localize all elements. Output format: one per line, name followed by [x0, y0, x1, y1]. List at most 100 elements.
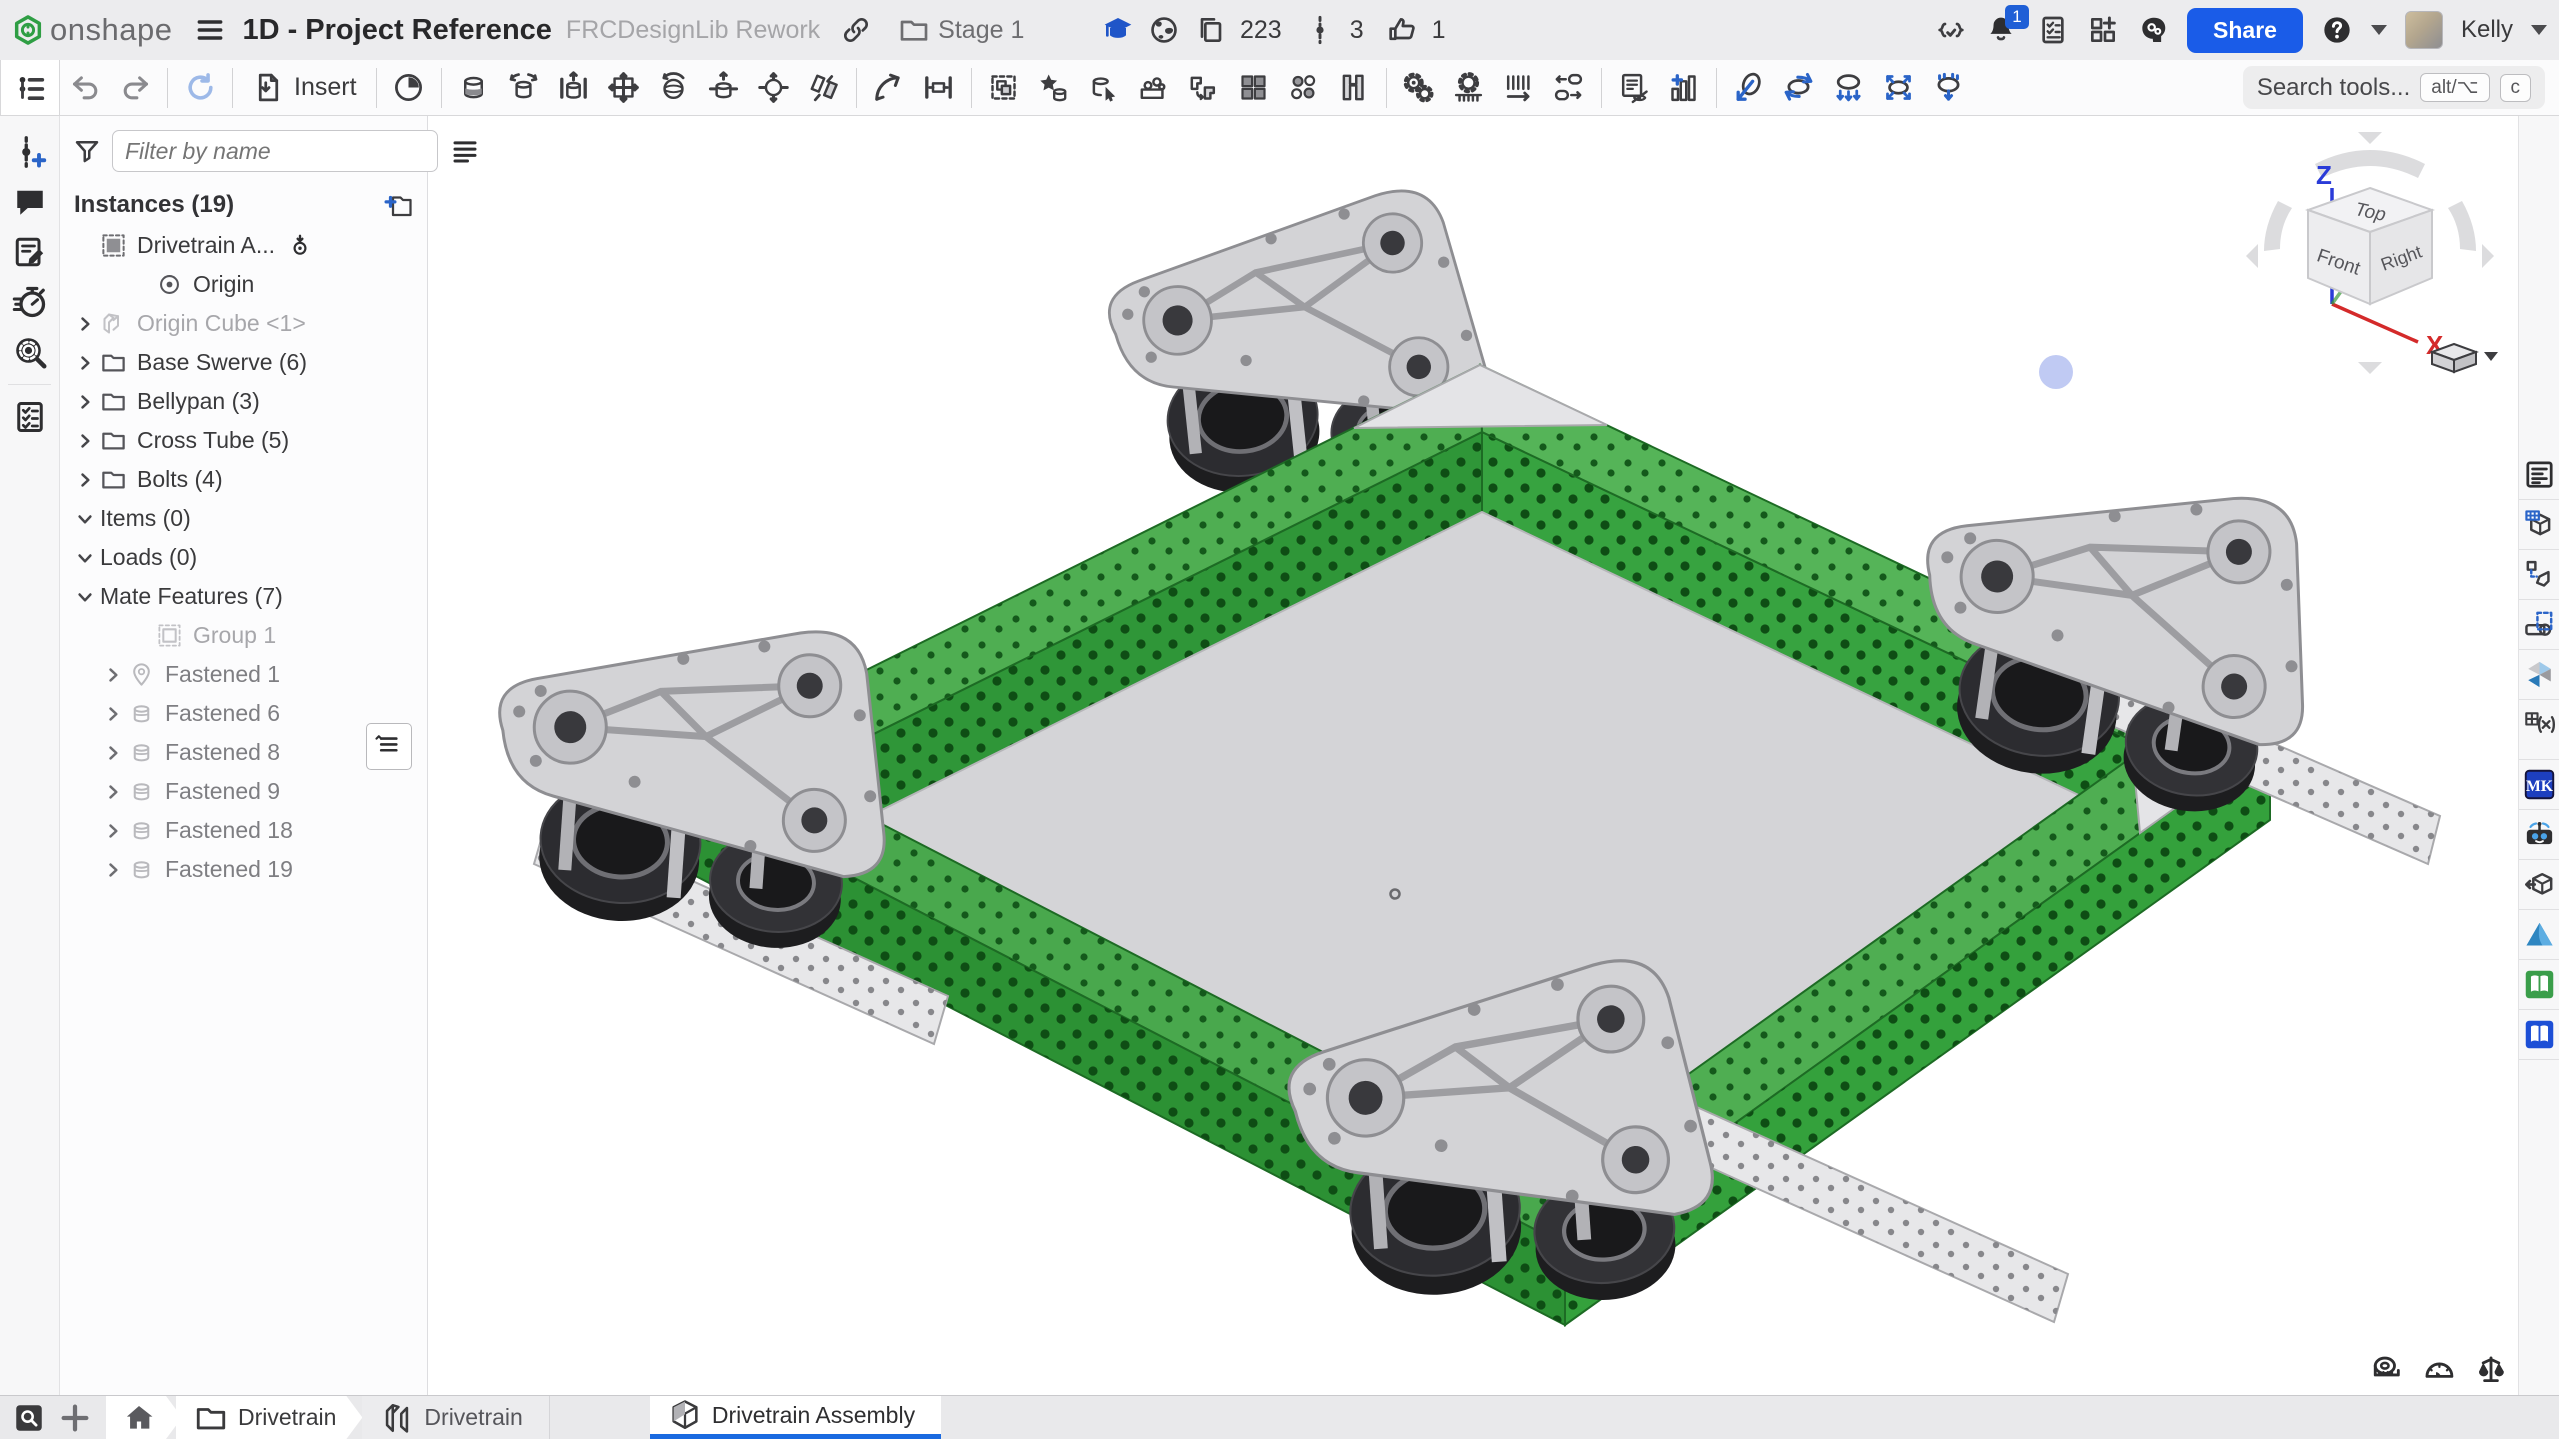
active-tab-drivetrain-assembly[interactable]: Drivetrain Assembly — [650, 1396, 941, 1439]
insert-tool-button[interactable]: Insert — [240, 64, 369, 112]
expand-chevron-icon[interactable] — [98, 857, 128, 883]
tree-row[interactable]: Bolts (4) — [60, 460, 427, 499]
bom-table-icon[interactable] — [2523, 508, 2556, 541]
tree-row[interactable]: Cross Tube (5) — [60, 421, 427, 460]
expand-chevron-icon[interactable] — [98, 662, 128, 688]
home-tab[interactable] — [106, 1396, 182, 1439]
hiddenlist-tool-button[interactable] — [1609, 64, 1659, 112]
collapse-tool-button[interactable] — [1874, 64, 1924, 112]
tree-row[interactable]: Origin Cube <1> — [60, 304, 427, 343]
snapshot-tool-button[interactable] — [1924, 64, 1974, 112]
tree-row[interactable]: Origin — [60, 265, 427, 304]
tape-measure-icon[interactable] — [2370, 1353, 2404, 1387]
document-title[interactable]: 1D - Project Reference — [242, 14, 551, 47]
help-caret-icon[interactable] — [2371, 25, 2387, 35]
expand-chevron-icon[interactable] — [70, 350, 100, 376]
main-menu-icon[interactable] — [194, 14, 226, 46]
collapse-chevron-icon[interactable] — [70, 545, 100, 571]
history-icon[interactable] — [12, 284, 48, 320]
tree-row[interactable]: Bellypan (3) — [60, 382, 427, 421]
avatar[interactable] — [2405, 11, 2443, 49]
linked-tool-button[interactable] — [1279, 64, 1329, 112]
view-options-button[interactable] — [2432, 344, 2498, 372]
app-arc-icon[interactable] — [2523, 918, 2556, 951]
tree-row[interactable]: Items (0) — [60, 499, 427, 538]
expand-chevron-icon[interactable] — [98, 779, 128, 805]
search-tabs-icon[interactable] — [12, 1401, 46, 1435]
collapse-chevron-icon[interactable] — [70, 584, 100, 610]
tree-row[interactable]: Fastened 1 — [60, 655, 427, 694]
slider-tool-button[interactable] — [549, 64, 599, 112]
filter-input[interactable] — [112, 130, 438, 172]
protractor-icon[interactable] — [2422, 1353, 2456, 1387]
sheet-tool-button[interactable] — [1329, 64, 1379, 112]
tree-row[interactable]: Mate Features (7) — [60, 577, 427, 616]
revolute-tool-button[interactable] — [499, 64, 549, 112]
view-cube[interactable]: Z X Y Top Front Right — [2240, 126, 2500, 376]
app-docs-green-icon[interactable] — [2523, 968, 2556, 1001]
expand-chevron-icon[interactable] — [98, 818, 128, 844]
app-robot-icon[interactable] — [2523, 818, 2556, 851]
feature-tree-toggle[interactable] — [0, 60, 60, 116]
group-tool-button[interactable] — [979, 64, 1029, 112]
education-icon[interactable] — [1102, 14, 1134, 46]
tab-drivetrain[interactable]: Drivetrain — [176, 1396, 362, 1439]
bom-tool-button[interactable] — [1659, 64, 1709, 112]
search-tools[interactable]: Search tools... alt/⌥ c — [2243, 66, 2545, 109]
parallel-tool-button[interactable] — [799, 64, 849, 112]
checklist-icon[interactable] — [12, 399, 48, 435]
list-options-icon[interactable] — [448, 136, 482, 166]
expand-chevron-icon[interactable] — [98, 701, 128, 727]
app-store-icon[interactable] — [2087, 14, 2119, 46]
ai-advisor-icon[interactable] — [2137, 14, 2169, 46]
expand-chevron-icon[interactable] — [98, 740, 128, 766]
undo-tool-button[interactable] — [60, 64, 110, 112]
tasks-icon[interactable] — [2037, 14, 2069, 46]
onshape-search-icon[interactable] — [12, 334, 48, 370]
app-docs-blue-icon[interactable] — [2523, 1018, 2556, 1051]
redo-tool-button[interactable] — [110, 64, 160, 112]
tree-row[interactable]: Base Swerve (6) — [60, 343, 427, 382]
gears-tool-button[interactable] — [1394, 64, 1444, 112]
tab-drivetrain[interactable]: Drivetrain — [362, 1396, 549, 1439]
assembly-3d-view[interactable] — [428, 116, 2518, 1395]
clock-tool-button[interactable] — [384, 64, 434, 112]
public-globe-icon[interactable] — [1148, 14, 1180, 46]
share-button[interactable]: Share — [2187, 8, 2303, 53]
animate-tool-button[interactable] — [1774, 64, 1824, 112]
screw-tool-button[interactable] — [1544, 64, 1594, 112]
filter-icon[interactable] — [72, 136, 102, 166]
droparrows-tool-button[interactable] — [1824, 64, 1874, 112]
tree-row[interactable]: Fastened 9 — [60, 772, 427, 811]
pinslot-tool-button[interactable] — [749, 64, 799, 112]
app-transform-icon[interactable] — [2523, 868, 2556, 901]
expand-chevron-icon[interactable] — [70, 467, 100, 493]
versions-icon[interactable] — [1304, 14, 1336, 46]
featurescript-check-icon[interactable] — [1935, 14, 1967, 46]
mass-properties-icon[interactable] — [2474, 1353, 2508, 1387]
expand-chevron-icon[interactable] — [70, 389, 100, 415]
user-caret-icon[interactable] — [2531, 25, 2547, 35]
pattern-tool-button[interactable] — [1229, 64, 1279, 112]
add-tab-icon[interactable] — [58, 1401, 92, 1435]
gearrack-tool-button[interactable] — [1444, 64, 1494, 112]
tree-row[interactable]: Fastened 19 — [60, 850, 427, 889]
rack-tool-button[interactable] — [1494, 64, 1544, 112]
sync-tool-button[interactable] — [175, 64, 225, 112]
app-mkcad-icon[interactable]: MK — [2523, 768, 2556, 801]
add-folder-icon[interactable] — [381, 190, 415, 220]
tree-row[interactable]: Group 1 — [60, 616, 427, 655]
likes-icon[interactable] — [1386, 14, 1418, 46]
tube-app-icon[interactable] — [2523, 608, 2556, 641]
structure-list-icon[interactable] — [2523, 458, 2556, 491]
create-version-icon[interactable] — [12, 134, 48, 170]
ball-tool-button[interactable] — [649, 64, 699, 112]
render-app-icon[interactable] — [2523, 658, 2556, 691]
fastened-tool-button[interactable] — [449, 64, 499, 112]
tree-row[interactable]: Loads (0) — [60, 538, 427, 577]
snap-tool-button[interactable] — [1129, 64, 1179, 112]
release-notes-icon[interactable] — [12, 234, 48, 270]
copies-icon[interactable] — [1194, 14, 1226, 46]
app-logo[interactable]: onshape — [0, 12, 172, 48]
workspace-breadcrumb[interactable]: Stage 1 — [898, 14, 1024, 46]
